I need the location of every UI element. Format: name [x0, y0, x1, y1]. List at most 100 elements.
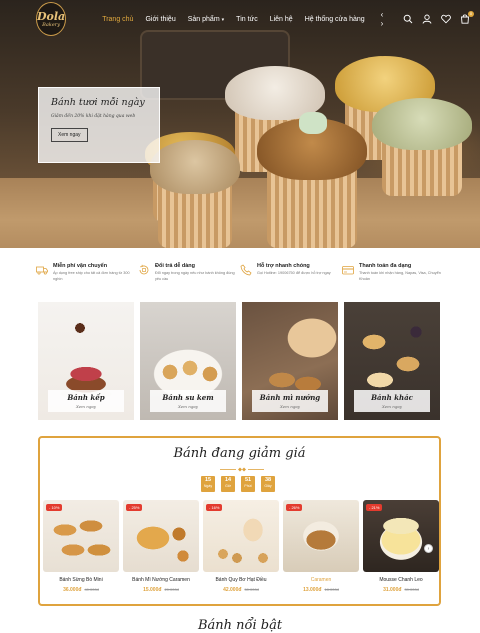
product-image[interactable]: - 25%	[123, 500, 199, 572]
countdown-unit: Giây	[264, 484, 272, 488]
feature-text: Đổi ngay trong ngày nếu như bánh không đ…	[155, 271, 235, 281]
muffin-image	[257, 112, 367, 248]
feature-free-shipping: Miễn phí vận chuyển Áp dụng free ship ch…	[36, 263, 138, 291]
main-navbar: Dola Bakery Trang chủ Giới thiệu Sản phẩ…	[0, 0, 480, 38]
feature-fast-support: Hỗ trợ nhanh chóng Gọi Hotline: 19006750…	[240, 263, 342, 291]
product-card[interactable]: - 26% Caramen 13.000đ 18.000đ	[283, 500, 359, 593]
category-card-crepe[interactable]: Bánh kếp Xem ngay	[38, 302, 134, 420]
menu-item-news[interactable]: Tin tức	[236, 16, 258, 23]
product-prices: 31.000đ 39.000đ	[363, 587, 439, 593]
heart-icon[interactable]	[441, 14, 451, 24]
product-prices: 13.000đ 18.000đ	[283, 587, 359, 593]
search-icon[interactable]	[403, 14, 413, 24]
product-old-price: 39.000đ	[404, 587, 419, 592]
product-card[interactable]: - 16% Bánh Quy Bơ Hạt Điều 42.000đ 50.000…	[203, 500, 279, 593]
feature-text: Thanh toán khi nhận hàng, Napas, Visa, C…	[359, 271, 441, 281]
main-menu: Trang chủ Giới thiệu Sản phẩm ▾ Tin tức L…	[102, 16, 376, 23]
menu-item-contact[interactable]: Liên hệ	[270, 16, 293, 23]
feature-text: Gọi Hotline: 19006750 để được hỗ trợ nga…	[257, 271, 331, 275]
discount-badge: - 26%	[286, 504, 303, 511]
chevron-right-icon[interactable]: ›	[424, 544, 433, 553]
product-old-price: 50.000đ	[244, 587, 259, 592]
countdown-value: 51	[244, 477, 252, 483]
discount-badge: - 25%	[126, 504, 143, 511]
countdown-seconds: 38 Giây	[261, 476, 275, 492]
product-price: 15.000đ	[143, 587, 162, 593]
category-more-link[interactable]: Xem ngay	[252, 404, 328, 409]
sale-section: Bánh đang giảm giá 15 Ngày 14 Giờ 51 Phút 3…	[38, 436, 441, 606]
product-prices: 15.000đ 20.000đ	[123, 587, 199, 593]
return-icon	[139, 264, 149, 275]
discount-badge: - 10%	[46, 504, 63, 511]
product-name[interactable]: Caramen	[283, 577, 359, 583]
countdown-days: 15 Ngày	[201, 476, 215, 492]
menu-item-stores[interactable]: Hệ thống cửa hàng	[305, 16, 365, 23]
product-old-price: 18.000đ	[324, 587, 339, 592]
discount-badge: - 16%	[206, 504, 223, 511]
feature-title: Thanh toán đa dạng	[359, 263, 412, 269]
countdown-hours: 14 Giờ	[221, 476, 235, 492]
product-image[interactable]: - 10%	[43, 500, 119, 572]
discount-badge: - 21%	[366, 504, 383, 511]
menu-item-products[interactable]: Sản phẩm ▾	[188, 16, 224, 23]
countdown-value: 14	[224, 477, 232, 483]
cart-count-badge: 0	[468, 11, 474, 17]
category-more-link[interactable]: Xem ngay	[48, 404, 124, 409]
countdown-value: 15	[204, 477, 212, 483]
brand-logo[interactable]: Dola Bakery	[36, 2, 67, 36]
sale-title: Bánh đang giảm giá	[173, 446, 306, 461]
product-image[interactable]: - 16%	[203, 500, 279, 572]
hero-promo-box: Bánh tươi mỗi ngày Giảm đến 20% khi đặt …	[38, 87, 160, 163]
category-label: Bánh kếp Xem ngay	[48, 390, 124, 412]
product-old-price: 20.000đ	[164, 587, 179, 592]
product-name[interactable]: Mousse Chanh Leo	[363, 577, 439, 583]
category-label: Bánh su kem Xem ngay	[150, 390, 226, 412]
category-card-toast[interactable]: Bánh mì nướng Xem ngay	[242, 302, 338, 420]
product-card[interactable]: - 10% Bánh Sừng Bò Mini 36.000đ 40.000đ	[43, 500, 119, 593]
wheat-ornament-icon	[220, 467, 264, 472]
muffin-image	[150, 140, 240, 248]
product-prices: 42.000đ 50.000đ	[203, 587, 279, 593]
logo-text: Dola	[37, 9, 66, 23]
product-price: 36.000đ	[63, 587, 82, 593]
product-image[interactable]: - 21%	[363, 500, 439, 572]
card-icon	[342, 266, 354, 275]
category-more-link[interactable]: Xem ngay	[354, 404, 430, 409]
category-more-link[interactable]: Xem ngay	[150, 404, 226, 409]
user-icon[interactable]	[422, 14, 432, 24]
category-name: Bánh mì nướng	[259, 393, 321, 402]
category-card-other[interactable]: Bánh khác Xem ngay	[344, 302, 440, 420]
chevron-down-icon: ▾	[221, 16, 225, 23]
product-name[interactable]: Bánh Quy Bơ Hạt Điều	[203, 577, 279, 583]
category-card-cream-puff[interactable]: Bánh su kem Xem ngay	[140, 302, 236, 420]
menu-item-about[interactable]: Giới thiệu	[145, 16, 175, 23]
hero-cta-button[interactable]: Xem ngay	[51, 128, 88, 142]
hero-title: Bánh tươi mỗi ngày	[51, 97, 145, 108]
countdown-value: 38	[264, 477, 272, 483]
product-name[interactable]: Bánh Mì Nướng Caramen	[123, 577, 199, 583]
category-grid: Bánh kếp Xem ngay Bánh su kem Xem ngay B…	[38, 302, 440, 420]
countdown-unit: Ngày	[203, 484, 213, 488]
product-card[interactable]: - 25% Bánh Mì Nướng Caramen 15.000đ 20.00…	[123, 500, 199, 593]
cart-icon[interactable]: 0	[460, 11, 474, 24]
menu-item-home[interactable]: Trang chủ	[102, 16, 133, 23]
product-price: 42.000đ	[223, 587, 242, 593]
feature-text: Áp dụng free ship cho tất cả đơn hàng từ…	[53, 271, 130, 281]
muffin-image	[372, 98, 472, 198]
feature-title: Đổi trả dễ dàng	[155, 263, 196, 269]
product-name[interactable]: Bánh Sừng Bò Mini	[43, 577, 119, 583]
logo-subtext: Bakery	[42, 21, 61, 28]
sale-product-list: - 10% Bánh Sừng Bò Mini 36.000đ 40.000đ -…	[43, 500, 439, 593]
menu-item-products-label: Sản phẩm	[187, 15, 220, 23]
category-name: Bánh kếp	[67, 393, 105, 402]
phone-icon	[240, 264, 252, 276]
header-icons: 0	[403, 11, 474, 24]
menu-scroll-arrows[interactable]: ‹ ›	[381, 10, 389, 28]
category-label: Bánh mì nướng Xem ngay	[252, 390, 328, 412]
product-image[interactable]: - 26%	[283, 500, 359, 572]
countdown-minutes: 51 Phút	[241, 476, 255, 492]
category-name: Bánh su kem	[162, 393, 214, 402]
hero-banner: Dola Bakery Trang chủ Giới thiệu Sản phẩ…	[0, 0, 480, 248]
product-price: 13.000đ	[303, 587, 322, 593]
countdown-unit: Giờ	[225, 484, 231, 488]
